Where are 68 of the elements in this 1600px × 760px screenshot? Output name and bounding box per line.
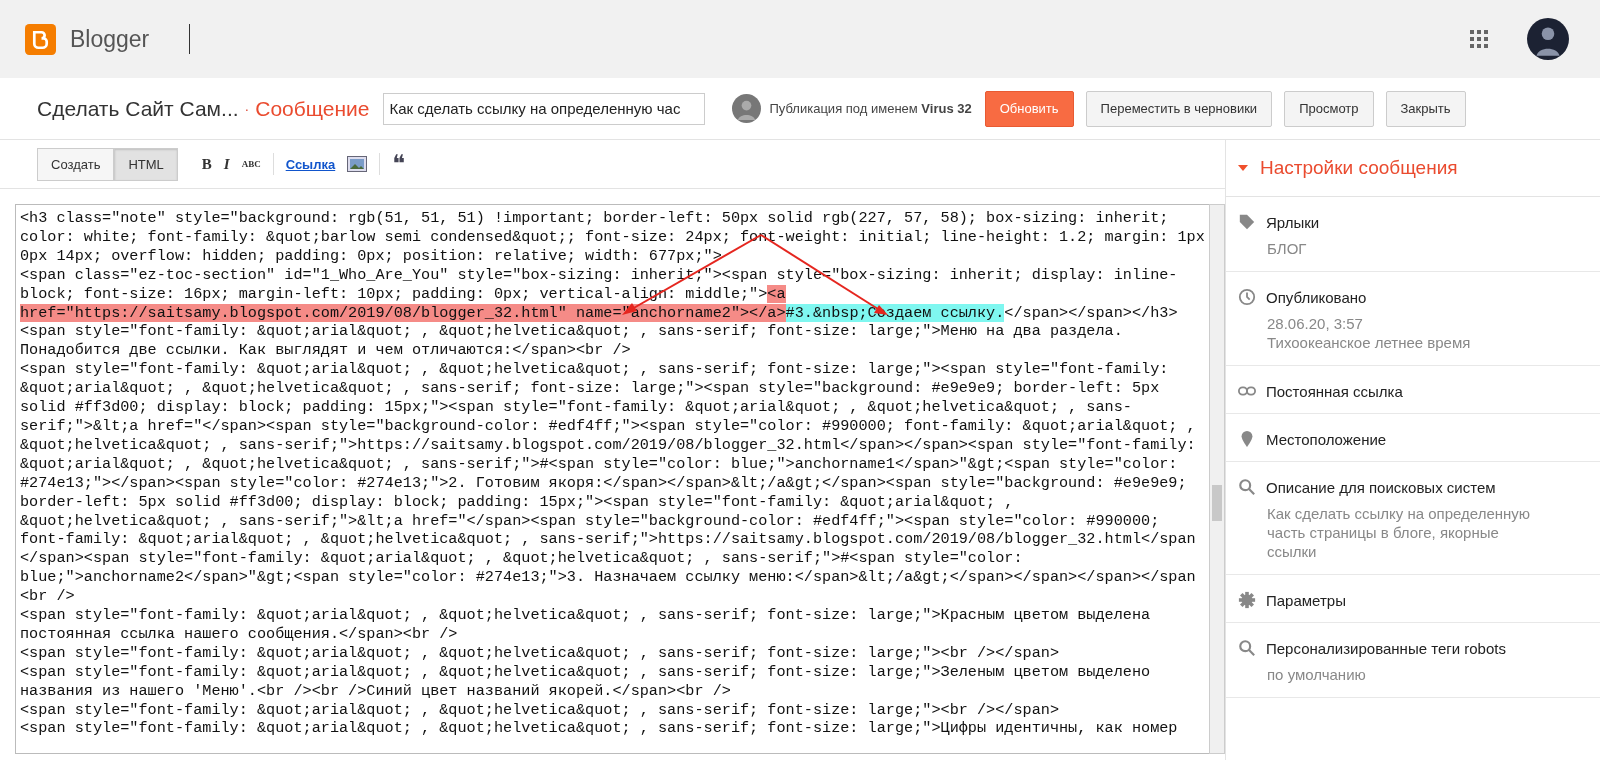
code-line: названия из нашего 'Меню'.<br /><br />Синий цвет названий якорей.</span><br />: [20, 681, 731, 701]
code-line: <span style="font-family: &quot;arial&quot; , &quot;helvetica&quot; , sans-serif; font-size: large;">Красным цветом выделена: [20, 606, 1151, 625]
apps-grid-icon[interactable]: [1469, 29, 1489, 49]
search-icon: [1238, 639, 1256, 657]
section-title: Сообщение: [255, 96, 370, 121]
title-separator: ·: [244, 100, 250, 117]
code-line: <span style="font-family: &quot;arial&quot; , &quot;helvetica&quot; , sans-serif; font-size: large;">Цифры идентичны, как номер: [20, 719, 1178, 739]
settings-value: по умолчанию: [1267, 665, 1367, 684]
code-line: &quot;helvetica&quot; , sans-serif;">https://saitsamy.blogspot.com/2019/08/blogger_32.html</span></span><span style="font-family:: [20, 435, 1196, 455]
code-line: serif;">&lt;a href="</span><span style="background-color: #edf4ff;"><span style="color: #990000; font-family: &quot;arial&quot; ,: [20, 416, 1196, 436]
settings-value: 28.06.20, 3:57: [1267, 314, 1364, 333]
clock-icon: [1238, 288, 1256, 306]
code-line: border-left: 5px solid #ff3d00; display: block; padding: 15px;"><span style="font-family: &quot;arial&quot; ,: [20, 492, 1014, 512]
settings-item[interactable]: Параметры: [1266, 591, 1346, 609]
code-line: font-family: &quot;arial&quot; , &quot;helvetica&quot; , sans-serif;">https://saitsamy.blogspot.com/2019/08/blogger_32.html</span: [20, 530, 1196, 550]
blog-title[interactable]: Сделать Сайт Сам...: [37, 96, 239, 121]
code-line: <br />: [20, 587, 75, 607]
header-button[interactable]: Переместить в черновики: [1085, 90, 1273, 127]
settings-item[interactable]: Постоянная ссылка: [1266, 382, 1403, 400]
settings-title[interactable]: Настройки сообщения: [1260, 157, 1458, 179]
header-button[interactable]: Просмотр: [1284, 90, 1374, 127]
header-button[interactable]: Закрыть: [1385, 90, 1466, 127]
code-line: <span style="font-family: &quot;arial&quot; , &quot;helvetica&quot; , sans-serif; font-size: large;">Зеленым цветом выделено: [20, 662, 1151, 682]
code-line: #274e13;"></span><span style="color: #274e13;">2. Готовим якоря:</span></span>&lt;/a&gt;</span><span style="background: #e9e9e9;: [20, 473, 1187, 493]
code-line: &quot;arial&quot; , &quot;helvetica&quot; , sans-serif;">#<span style="color: blue;">anchorname1</span>"&gt;<span style="color:: [20, 454, 1178, 474]
italic-button[interactable]: I: [223, 155, 230, 173]
code-line: &quot;helvetica&quot; , sans-serif;">&lt;a href="</span><span style="background-color: #edf4ff;"><span style="color: #990000;: [20, 511, 1160, 531]
code-line: <span style="font-family: &quot;arial&quot; , &quot;helvetica&quot; , sans-serif; font-size: large;"><span style="font-family:: [20, 360, 1169, 380]
settings-value: Как сделать ссылку на определенную часть страницы в блоге, якорные ссылки: [1267, 504, 1532, 561]
avatar-icon[interactable]: [1527, 18, 1569, 60]
code-line: href="https://saitsamy.blogspot.com/2019/08/blogger_32.html" name="anchorname2"></a>#3.&nbsp;Создаем ссылку.</span></span></h3>: [20, 303, 1178, 323]
code-line: <h3 class="note" style="background: rgb(51, 51, 51) !important; border-left: 50px solid rgb(227, 57, 58); box-sizing: inherit;: [20, 209, 1169, 228]
settings-item[interactable]: Описание для поисковых систем: [1266, 478, 1496, 496]
mode-tab[interactable]: HTML: [114, 147, 178, 181]
image-icon[interactable]: [347, 156, 368, 172]
search-icon: [1238, 478, 1256, 496]
quote-button[interactable]: ❝: [392, 152, 406, 176]
settings-value: Тихоокеанское летнее время: [1267, 333, 1472, 352]
bold-button[interactable]: B: [201, 155, 212, 173]
code-line: постоянная ссылка нашего сообщения.</span><br />: [20, 624, 458, 644]
settings-value: БЛОГ: [1267, 239, 1308, 258]
settings-item[interactable]: Персонализированные теги robots: [1266, 639, 1506, 657]
html-code-editor[interactable]: [15, 204, 1209, 754]
code-line: color: white; font-family: &quot;barlow semi condensed&quot;; font-size: 24px; font-weight: initial; line-height: 1.2; margin: 1px: [20, 227, 1205, 247]
code-line: </span><span style="font-family: &quot;arial&quot; , &quot;helvetica&quot; , sans-serif;">#<span style="color:: [20, 549, 1023, 569]
settings-item[interactable]: Опубликовано: [1266, 288, 1367, 306]
tag-icon: [1238, 213, 1256, 231]
code-line: blue;">anchorname2</span>"&gt;<span style="color: #274e13;">3. Назначаем ссылку меню:</span>&lt;/a&gt;</span></span></span></span: [20, 568, 1196, 588]
code-line: &quot;arial&quot; , &quot;helvetica&quot; , sans-serif; font-size: large;"><span style="background: #e9e9e9; border-left: 5px: [20, 379, 1160, 399]
blogger-logo-icon: [25, 23, 56, 55]
code-line: Понадобится две ссылки. Как выглядят и чем отличаются:</span><br />: [20, 341, 631, 361]
settings-item[interactable]: Ярлыки: [1266, 213, 1320, 231]
strikethrough-button[interactable]: ABC: [241, 159, 261, 169]
author-avatar-icon: [731, 94, 761, 123]
code-line: <span style="font-family: &quot;arial&quot; , &quot;helvetica&quot; , sans-serif; font-size: large;">Меню на два раздела.: [20, 322, 1123, 342]
caret-icon[interactable]: [1238, 165, 1248, 171]
code-line: <span style="font-family: &quot;arial&quot; , &quot;helvetica&quot; , sans-serif; font-size: large;"><br /></span>: [20, 643, 1059, 663]
code-line: 0px 14px; overflow: hidden; padding: 0px; position: relative; width: 677px;">: [20, 246, 722, 266]
post-title-field[interactable]: Как сделать ссылку на определенную час: [382, 92, 705, 125]
link-button[interactable]: Ссылка: [285, 156, 336, 172]
scrollbar[interactable]: [1209, 204, 1225, 754]
code-line: <span style="font-family: &quot;arial&quot; , &quot;helvetica&quot; , sans-serif; font-size: large;"><br /></span>: [20, 700, 1059, 720]
mode-tab[interactable]: Создать: [37, 147, 115, 181]
author-text: Публикация под именем Virus 32: [769, 101, 972, 116]
settings-item[interactable]: Местоположение: [1266, 430, 1387, 448]
app-name: Blogger: [70, 25, 150, 53]
code-line: solid #ff3d00; display: block; padding: 15px;"><span style="font-family: &quot;arial&quot; , &quot;helvetica&quot; , sans-: [20, 398, 1132, 417]
gear-icon: [1238, 591, 1256, 609]
